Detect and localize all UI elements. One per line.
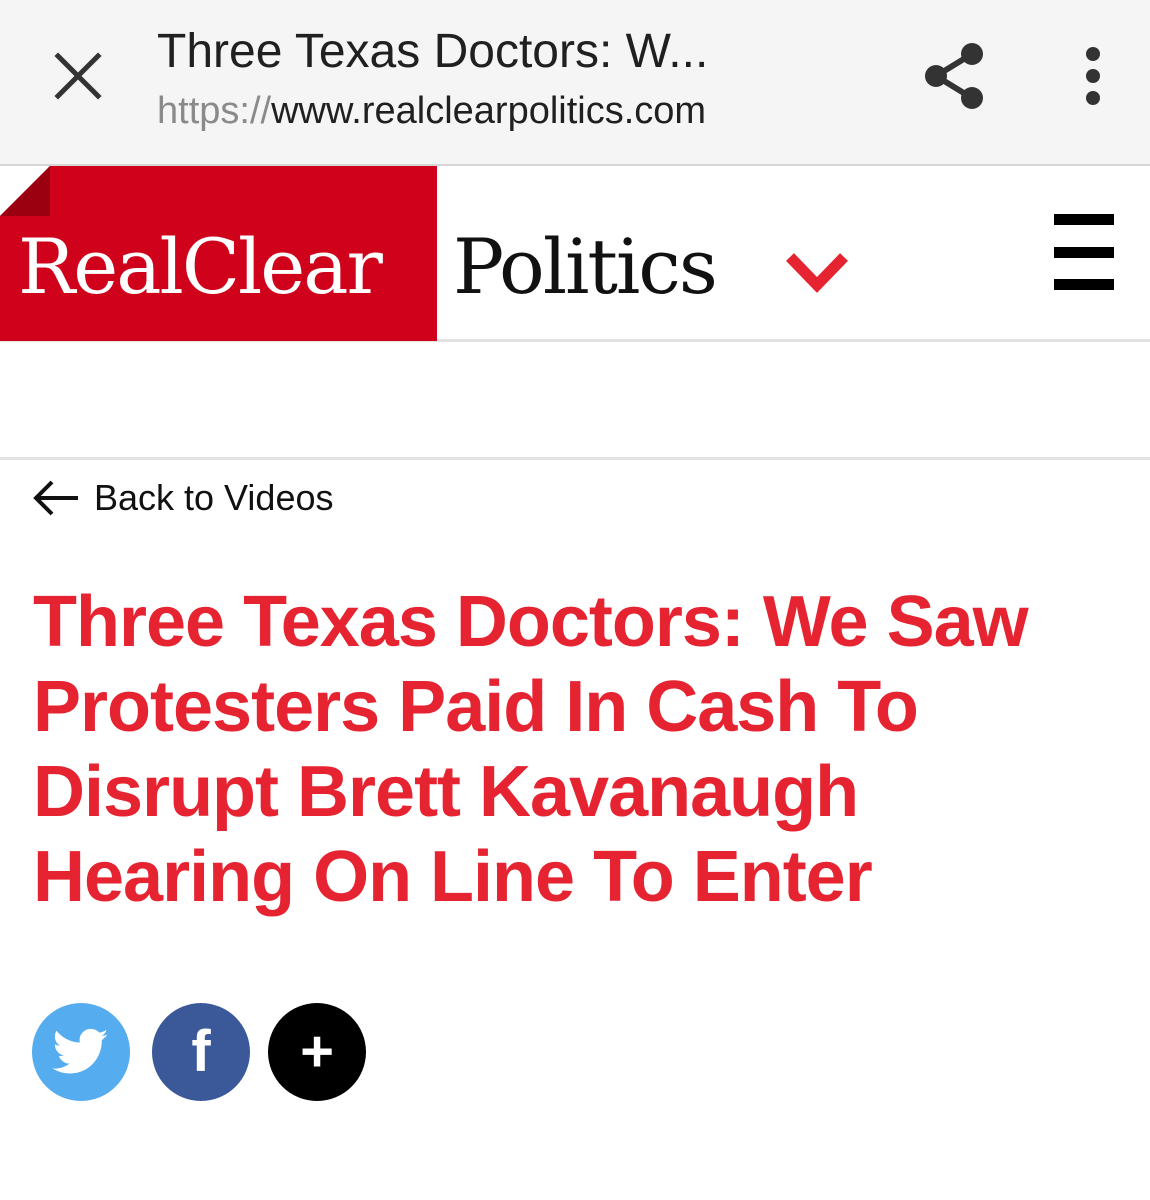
site-logo[interactable]: RealClear: [0, 166, 437, 341]
hamburger-bar: [1054, 279, 1114, 290]
section-dropdown-button[interactable]: [780, 244, 854, 300]
hamburger-menu-button[interactable]: [1048, 210, 1120, 294]
plus-icon: +: [300, 1019, 334, 1084]
url-host: www.realclearpolitics.com: [271, 90, 707, 132]
page-title: Three Texas Doctors: W...: [157, 25, 709, 78]
share-button[interactable]: [912, 34, 996, 118]
browser-toolbar: Three Texas Doctors: W... https://www.re…: [0, 0, 1150, 166]
logo-realclear-text: RealClear: [18, 222, 383, 311]
facebook-icon: f: [191, 1019, 211, 1084]
url-scheme: https://: [157, 90, 272, 132]
logo-politics-text[interactable]: Politics: [453, 222, 718, 312]
article-headline: Three Texas Doctors: We Saw Protesters P…: [33, 582, 1029, 917]
arrow-left-icon: [33, 480, 78, 516]
back-to-videos-label: Back to Videos: [94, 477, 334, 518]
logo-fold-shadow: [0, 166, 50, 216]
overflow-menu-button[interactable]: [1058, 34, 1128, 118]
close-button[interactable]: [38, 36, 118, 116]
back-to-videos-link[interactable]: Back to Videos: [30, 470, 333, 526]
page-url: https://www.realclearpolitics.com: [157, 88, 706, 134]
more-vertical-icon: [1086, 47, 1100, 105]
hamburger-bar: [1054, 214, 1114, 225]
twitter-share-button[interactable]: [32, 1003, 130, 1101]
twitter-bird-icon: [53, 1028, 109, 1074]
more-share-button[interactable]: +: [268, 1003, 366, 1101]
ad-slot-divider: [0, 457, 1150, 460]
facebook-share-button[interactable]: f: [152, 1003, 250, 1101]
chevron-down-icon: [786, 253, 848, 293]
hamburger-bar: [1054, 246, 1114, 258]
close-icon: [54, 52, 102, 100]
share-icon: [925, 43, 983, 109]
